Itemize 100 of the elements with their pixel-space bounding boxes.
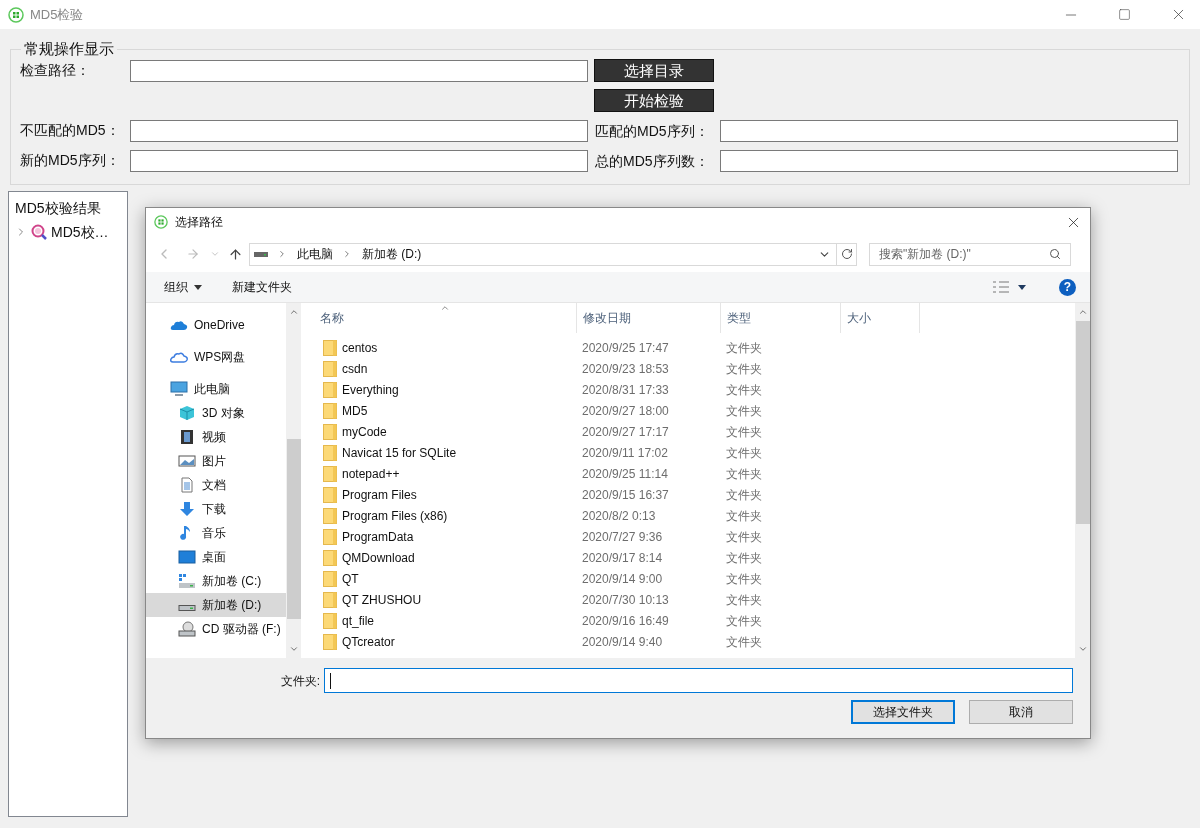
file-row[interactable]: Everything 2020/8/31 17:33 文件夹 bbox=[320, 379, 1090, 400]
file-row[interactable]: Program Files 2020/9/15 16:37 文件夹 bbox=[320, 484, 1090, 505]
file-row[interactable]: myCode 2020/9/27 17:17 文件夹 bbox=[320, 421, 1090, 442]
modified-date: 2020/9/14 9:40 bbox=[581, 633, 664, 651]
file-name: myCode bbox=[342, 423, 387, 441]
file-row[interactable]: Program Files (x86) 2020/8/2 0:13 文件夹 bbox=[320, 505, 1090, 526]
column-header[interactable]: 类型 bbox=[720, 303, 840, 333]
file-name: Program Files bbox=[342, 486, 417, 504]
scroll-up-icon[interactable] bbox=[1077, 307, 1088, 317]
cube-icon bbox=[178, 405, 196, 421]
film-icon bbox=[178, 429, 196, 445]
nav-item[interactable]: 图片 bbox=[146, 449, 301, 473]
nav-label: 图片 bbox=[202, 453, 226, 470]
toolbar-button[interactable]: 新建文件夹 bbox=[232, 278, 292, 296]
file-type: 文件夹 bbox=[725, 339, 763, 357]
help-icon[interactable]: ? bbox=[1059, 278, 1076, 296]
breadcrumb-item[interactable]: 此电脑 bbox=[297, 245, 333, 263]
text-field[interactable] bbox=[720, 149, 1178, 172]
folder-icon bbox=[323, 423, 337, 440]
nav-item[interactable]: 此电脑 bbox=[146, 377, 301, 401]
modified-date: 2020/9/11 17:02 bbox=[581, 444, 669, 462]
drive-icon bbox=[178, 573, 196, 589]
folder-icon bbox=[323, 360, 337, 377]
text-field[interactable] bbox=[130, 119, 588, 142]
nav-label: 新加卷 (C:) bbox=[202, 573, 262, 590]
folder-icon bbox=[323, 486, 337, 503]
file-row[interactable]: ProgramData 2020/7/27 9:36 文件夹 bbox=[320, 526, 1090, 547]
separator-icon bbox=[342, 249, 352, 259]
nav-item[interactable]: OneDrive bbox=[146, 313, 301, 337]
nav-item[interactable]: 桌面 bbox=[146, 545, 301, 569]
scrollbar[interactable] bbox=[1075, 303, 1090, 658]
file-row[interactable]: QT ZHUSHOU 2020/7/30 10:13 文件夹 bbox=[320, 589, 1090, 610]
file-row[interactable]: QTcreator 2020/9/14 9:40 文件夹 bbox=[320, 631, 1090, 652]
file-row[interactable]: Navicat 15 for SQLite 2020/9/11 17:02 文件夹 bbox=[320, 442, 1090, 463]
file-row[interactable]: QT 2020/9/14 9:00 文件夹 bbox=[320, 568, 1090, 589]
recent-icon[interactable] bbox=[210, 249, 220, 259]
search-field[interactable]: 搜索"新加卷 (D:)" bbox=[869, 242, 1071, 266]
action-button[interactable]: 选择目录 bbox=[594, 58, 714, 82]
modified-date: 2020/9/25 11:14 bbox=[581, 465, 669, 483]
dialog-button[interactable]: 选择文件夹 bbox=[851, 700, 955, 724]
magnifier-icon bbox=[31, 224, 47, 240]
column-header[interactable]: 大小 bbox=[840, 303, 920, 333]
nav-item[interactable]: 新加卷 (C:) bbox=[146, 569, 301, 593]
scrollbar[interactable] bbox=[286, 303, 301, 658]
nav-item[interactable]: WPS网盘 bbox=[146, 345, 301, 369]
nav-item[interactable]: 3D 对象 bbox=[146, 401, 301, 425]
column-header[interactable]: 修改日期 bbox=[576, 303, 720, 333]
file-type: 文件夹 bbox=[725, 633, 763, 651]
folder-field[interactable] bbox=[324, 668, 1073, 693]
file-row[interactable]: csdn 2020/9/23 18:53 文件夹 bbox=[320, 358, 1090, 379]
nav-item[interactable]: CD 驱动器 (F:) bbox=[146, 617, 301, 641]
action-button[interactable]: 开始检验 bbox=[594, 88, 714, 112]
toolbar-button[interactable]: 组织 bbox=[164, 278, 202, 296]
text-field[interactable] bbox=[130, 149, 588, 172]
nav-label: 新加卷 (D:) bbox=[202, 597, 262, 614]
scroll-down-icon[interactable] bbox=[288, 644, 299, 654]
file-row[interactable]: qt_file 2020/9/16 16:49 文件夹 bbox=[320, 610, 1090, 631]
file-name: MD5 bbox=[342, 402, 368, 420]
file-name: ProgramData bbox=[342, 528, 414, 546]
caret-icon[interactable] bbox=[1018, 284, 1026, 290]
document-icon bbox=[178, 477, 196, 493]
nav-item[interactable]: 文档 bbox=[146, 473, 301, 497]
scroll-up-icon[interactable] bbox=[288, 307, 299, 317]
nav-item[interactable]: 视频 bbox=[146, 425, 301, 449]
field-label: 总的MD5序列数： bbox=[595, 152, 709, 169]
dialog-button[interactable]: 取消 bbox=[969, 700, 1073, 724]
scroll-down-icon[interactable] bbox=[1077, 644, 1088, 654]
modified-date: 2020/9/15 16:37 bbox=[581, 486, 670, 504]
breadcrumb-item[interactable]: 新加卷 (D:) bbox=[362, 245, 422, 263]
folder-icon bbox=[323, 444, 337, 461]
modified-date: 2020/9/17 8:14 bbox=[581, 549, 664, 567]
forward-icon[interactable] bbox=[186, 247, 200, 261]
maximize-icon[interactable] bbox=[1118, 8, 1131, 21]
column-header[interactable]: 名称 bbox=[320, 303, 576, 333]
window-title: MD5检验 bbox=[30, 5, 84, 24]
nav-item[interactable]: 音乐 bbox=[146, 521, 301, 545]
text-field[interactable] bbox=[130, 59, 588, 82]
folder-icon bbox=[323, 633, 337, 650]
tree-label: MD5校… bbox=[51, 222, 109, 242]
nav-item[interactable]: 下载 bbox=[146, 497, 301, 521]
drive-icon bbox=[178, 605, 196, 611]
nav-label: 音乐 bbox=[202, 525, 226, 542]
modified-date: 2020/8/2 0:13 bbox=[581, 507, 657, 525]
view-options-icon[interactable] bbox=[993, 281, 1009, 293]
file-row[interactable]: MD5 2020/9/27 18:00 文件夹 bbox=[320, 400, 1090, 421]
file-row[interactable]: QMDownload 2020/9/17 8:14 文件夹 bbox=[320, 547, 1090, 568]
modified-date: 2020/9/27 17:17 bbox=[581, 423, 670, 441]
modified-date: 2020/7/30 10:13 bbox=[581, 591, 670, 609]
file-name: Navicat 15 for SQLite bbox=[342, 444, 457, 462]
file-type: 文件夹 bbox=[725, 465, 763, 483]
tree-item[interactable]: MD5校… bbox=[15, 221, 127, 243]
up-icon[interactable] bbox=[228, 246, 243, 262]
file-row[interactable]: notepad++ 2020/9/25 11:14 文件夹 bbox=[320, 463, 1090, 484]
file-row[interactable]: centos 2020/9/25 17:47 文件夹 bbox=[320, 337, 1090, 358]
address-bar[interactable]: 此电脑 新加卷 (D:) bbox=[249, 242, 857, 266]
file-name: QT bbox=[342, 570, 359, 588]
image-icon bbox=[178, 453, 196, 469]
folder-icon bbox=[323, 591, 337, 608]
nav-label: 此电脑 bbox=[194, 381, 230, 398]
text-field[interactable] bbox=[720, 119, 1178, 142]
